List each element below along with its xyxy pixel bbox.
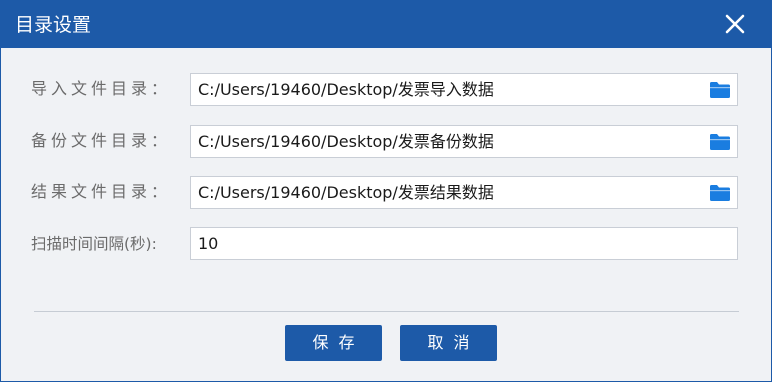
scan-interval-value: 10 [198,234,219,253]
scan-interval-label: 扫描时间间隔(秒): [31,235,157,253]
folder-icon [710,82,730,98]
close-icon [725,14,745,34]
import-dir-label: 导入文件目录： [31,79,172,98]
close-button[interactable] [721,10,749,38]
result-dir-label: 结果文件目录： [31,182,172,201]
import-dir-field[interactable]: C:/Users/19460/Desktop/发票导入数据 [190,73,738,106]
result-dir-value: C:/Users/19460/Desktop/发票结果数据 [198,183,494,202]
backup-dir-value: C:/Users/19460/Desktop/发票备份数据 [198,132,494,151]
dialog-title: 目录设置 [15,14,92,36]
folder-icon [710,134,730,150]
result-dir-field[interactable]: C:/Users/19460/Desktop/发票结果数据 [190,176,738,209]
footer-divider [34,311,739,312]
import-dir-browse-button[interactable] [709,81,731,99]
cancel-button[interactable]: 取消 [400,325,497,361]
scan-interval-input[interactable]: 10 [190,227,738,260]
import-dir-value: C:/Users/19460/Desktop/发票导入数据 [198,80,494,99]
title-bar: 目录设置 [1,1,771,48]
result-dir-browse-button[interactable] [709,184,731,202]
save-button[interactable]: 保存 [285,325,382,361]
directory-settings-dialog: 目录设置 导入文件目录： C:/Users/19460/Desktop/发票导入… [0,0,772,382]
folder-icon [710,185,730,201]
backup-dir-label: 备份文件目录： [31,131,172,150]
backup-dir-field[interactable]: C:/Users/19460/Desktop/发票备份数据 [190,125,738,158]
backup-dir-browse-button[interactable] [709,133,731,151]
